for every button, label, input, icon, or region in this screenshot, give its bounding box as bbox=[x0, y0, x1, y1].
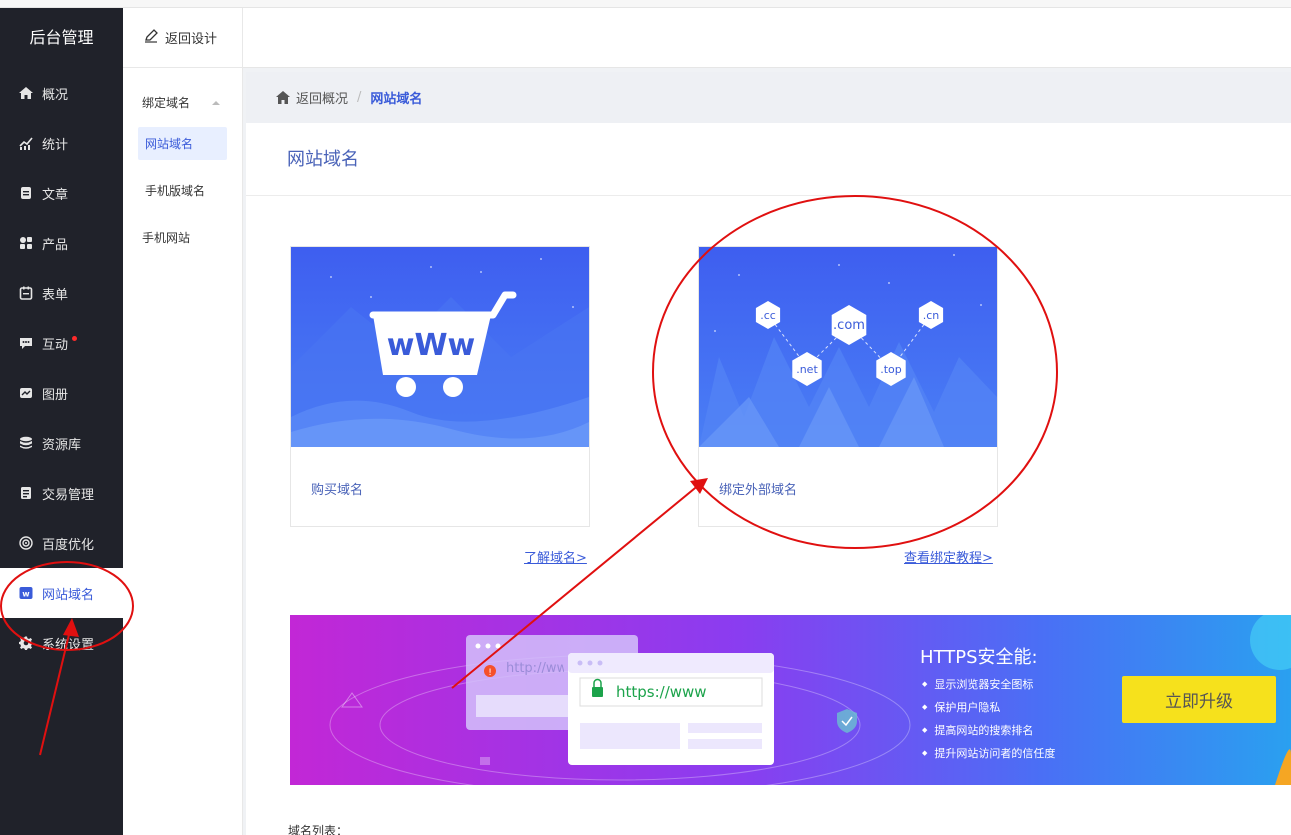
gear-icon bbox=[18, 635, 34, 651]
sub-group-bind-domain[interactable]: 绑定域名 bbox=[123, 94, 242, 111]
pen-icon bbox=[143, 28, 165, 48]
sidebar-item-domain[interactable]: w 网站域名 bbox=[0, 568, 123, 618]
buy-domain-card[interactable]: wWw 购买域名 bbox=[290, 246, 590, 527]
database-icon bbox=[18, 435, 34, 451]
sidebar-item-label: 图册 bbox=[42, 387, 69, 403]
trade-icon bbox=[18, 485, 34, 501]
sub-item-mobile-site[interactable]: 手机网站 bbox=[138, 221, 227, 254]
brand-title: 后台管理 bbox=[29, 28, 94, 47]
cart-www-text: wWw bbox=[387, 328, 476, 363]
sidebar-item-label: 交易管理 bbox=[42, 487, 95, 503]
https-banner-title: HTTPS安全能: bbox=[920, 647, 1038, 668]
svg-text:!: ! bbox=[488, 668, 492, 678]
domain-tag-label: .cn bbox=[923, 309, 940, 322]
https-benefits-list: 显示浏览器安全图标 保护用户隐私 提高网站的搜索排名 提升网站访问者的信任度 bbox=[922, 673, 1055, 765]
svg-text:w: w bbox=[22, 590, 30, 599]
sidebar-item-form[interactable]: 表单 bbox=[0, 268, 123, 318]
sidebar-item-label: 百度优化 bbox=[42, 537, 95, 553]
domain-tag-label: .cc bbox=[760, 309, 776, 322]
sidebar-item-database[interactable]: 资源库 bbox=[0, 418, 123, 468]
https-url-text: https://www bbox=[616, 683, 707, 701]
sub-item-mobile-domain[interactable]: 手机版域名 bbox=[138, 174, 227, 207]
bind-tutorial-link[interactable]: 查看绑定教程> bbox=[904, 547, 993, 566]
sidebar-item-label: 产品 bbox=[42, 237, 69, 253]
domain-icon: w bbox=[18, 585, 34, 601]
breadcrumb-separator: / bbox=[357, 90, 362, 105]
sidebar-item-label: 表单 bbox=[42, 287, 69, 303]
buy-domain-label: 购买域名 bbox=[311, 483, 364, 498]
chart-icon bbox=[18, 135, 34, 151]
domain-tag-label: .top bbox=[880, 363, 902, 376]
top-header bbox=[243, 8, 1291, 68]
back-to-design-label: 返回设计 bbox=[165, 32, 218, 47]
domain-tag-label: .net bbox=[796, 363, 818, 376]
breadcrumb-home-link[interactable]: 返回概况 bbox=[296, 88, 348, 107]
https-upgrade-banner: ! http://ww https://www HTTPS安全能: 显示浏览器安… bbox=[290, 615, 1291, 785]
sidebar-item-trade[interactable]: 交易管理 bbox=[0, 468, 123, 518]
article-icon bbox=[18, 185, 34, 201]
http-url-text: http://ww bbox=[506, 661, 564, 676]
window-top-strip bbox=[0, 0, 1291, 8]
breadcrumb-current: 网站域名 bbox=[370, 92, 423, 107]
bind-external-domain-card[interactable]: .cc .com .cn .net .top 绑定外部域名 bbox=[698, 246, 998, 527]
shopping-cart-illustration: wWw bbox=[291, 247, 589, 447]
home-icon[interactable] bbox=[276, 91, 290, 104]
sidebar-item-seo[interactable]: 百度优化 bbox=[0, 518, 123, 568]
sidebar-item-label: 资源库 bbox=[42, 437, 82, 453]
https-benefit-item: 保护用户隐私 bbox=[922, 696, 1055, 719]
chat-icon bbox=[18, 335, 34, 351]
sidebar-item-chat[interactable]: 互动 bbox=[0, 318, 123, 368]
page-title: 网站域名 bbox=[246, 123, 1291, 196]
sub-navigation: 返回设计 绑定域名 网站域名 手机版域名 手机网站 bbox=[123, 8, 243, 835]
home-icon bbox=[18, 85, 34, 101]
https-benefit-item: 提升网站访问者的信任度 bbox=[922, 742, 1055, 765]
sidebar-item-article[interactable]: 文章 bbox=[0, 168, 123, 218]
sidebar-item-label: 系统设置 bbox=[42, 637, 95, 653]
sidebar-item-label: 概况 bbox=[42, 87, 69, 103]
sidebar-item-chart[interactable]: 统计 bbox=[0, 118, 123, 168]
sidebar-item-product[interactable]: 产品 bbox=[0, 218, 123, 268]
main-panel: 网站域名 wWw 购买域名 .cc .com .cn .net .top 绑定外… bbox=[246, 123, 1291, 835]
learn-domain-link[interactable]: 了解域名> bbox=[524, 547, 587, 566]
sidebar-item-gear[interactable]: 系统设置 bbox=[0, 618, 123, 668]
product-icon bbox=[18, 235, 34, 251]
bind-external-domain-label: 绑定外部域名 bbox=[719, 483, 798, 498]
sub-group-label: 绑定域名 bbox=[142, 96, 191, 110]
domain-tags-illustration: .cc .com .cn .net .top bbox=[699, 247, 997, 447]
domain-list-label: 域名列表： bbox=[288, 824, 349, 835]
sidebar: 后台管理 概况统计文章产品表单互动图册资源库交易管理百度优化 w 网站域名系统设置 bbox=[0, 8, 123, 835]
seo-icon bbox=[18, 535, 34, 551]
caret-up-icon bbox=[212, 100, 220, 105]
sub-item-website-domain[interactable]: 网站域名 bbox=[138, 127, 227, 160]
sidebar-item-gallery[interactable]: 图册 bbox=[0, 368, 123, 418]
sidebar-item-label: 文章 bbox=[42, 187, 69, 203]
https-benefit-item: 提高网站的搜索排名 bbox=[922, 719, 1055, 742]
sidebar-item-home[interactable]: 概况 bbox=[0, 68, 123, 118]
breadcrumb: 返回概况 / 网站域名 bbox=[246, 72, 1291, 123]
form-icon bbox=[18, 285, 34, 301]
gallery-icon bbox=[18, 385, 34, 401]
back-to-design-button[interactable]: 返回设计 bbox=[123, 8, 242, 68]
sidebar-item-label: 网站域名 bbox=[42, 587, 95, 603]
sidebar-item-label: 统计 bbox=[42, 137, 69, 153]
sidebar-item-label: 互动 bbox=[42, 337, 69, 353]
domain-tag-label: .com bbox=[833, 318, 865, 333]
upgrade-now-button[interactable]: 立即升级 bbox=[1122, 676, 1276, 723]
https-benefit-item: 显示浏览器安全图标 bbox=[922, 673, 1055, 696]
notification-dot bbox=[72, 336, 77, 341]
